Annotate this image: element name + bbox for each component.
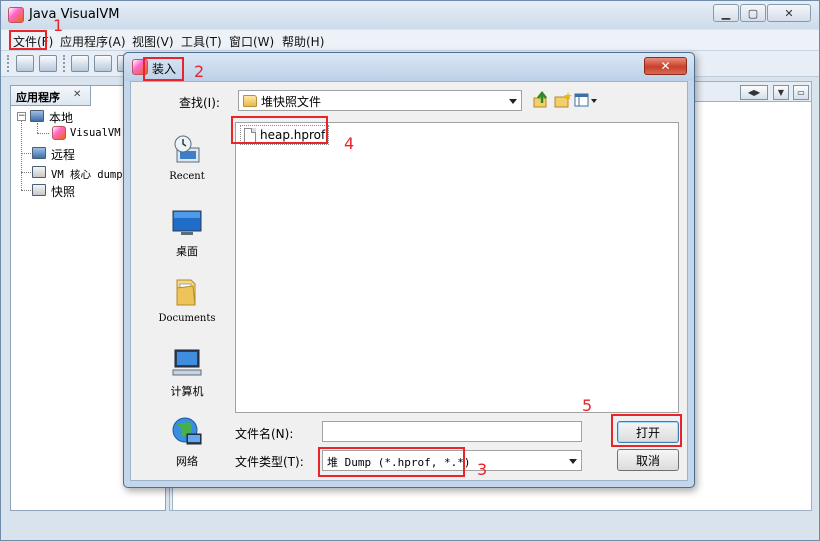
local-host-icon [30, 110, 44, 122]
place-computer-label: 计算机 [170, 385, 204, 398]
dialog-body: 查找(I): 堆快照文件 Recent 桌面 Documents 计算机 网络 … [130, 81, 688, 481]
main-titlebar: Java VisualVM ▁ ▢ ✕ [1, 1, 819, 29]
desktop-icon [172, 210, 202, 235]
add-remote-host-icon[interactable] [94, 55, 112, 72]
tree-guide [37, 123, 38, 133]
applications-tab[interactable]: 应用程序 ✕ [11, 86, 91, 106]
highlight-box-file-item [231, 116, 328, 144]
window-title: Java VisualVM [29, 7, 120, 22]
highlight-box-filetype [318, 447, 465, 477]
minimize-icon: ▁ [721, 6, 731, 20]
highlight-box-dialog-title [143, 57, 184, 81]
place-documents[interactable]: Documents [145, 276, 229, 324]
menubar: 文件(F) 应用程序(A) 视图(V) 工具(T) 窗口(W) 帮助(H) [1, 30, 819, 51]
load-dialog: 装入 ✕ 查找(I): 堆快照文件 Recent 桌面 Documents 计算… [123, 52, 695, 488]
place-recent-label: Recent [169, 171, 205, 182]
menu-window[interactable]: 窗口(W) [229, 33, 274, 50]
place-desktop-label: 桌面 [176, 245, 198, 258]
menu-tools[interactable]: 工具(T) [181, 33, 222, 50]
tab-close-icon[interactable]: ✕ [73, 89, 81, 100]
new-folder-icon[interactable] [554, 91, 572, 109]
visualvm-app-icon [52, 126, 66, 140]
cancel-button[interactable]: 取消 [617, 449, 679, 471]
toolbar-grip [7, 55, 10, 72]
tree-guide [21, 153, 31, 154]
restore-icon: ▭ [797, 88, 805, 97]
menu-view[interactable]: 视图(V) [132, 33, 174, 50]
snapshots-icon [32, 184, 46, 196]
chevron-down-icon [509, 99, 517, 104]
places-bar: Recent 桌面 Documents 计算机 网络 [145, 122, 229, 477]
maximize-button[interactable]: ▢ [740, 4, 766, 22]
chevron-down-icon [569, 459, 577, 464]
place-network-label: 网络 [176, 455, 198, 468]
tree-collapse-icon[interactable]: − [17, 112, 26, 121]
close-icon: ✕ [784, 6, 794, 20]
tree-guide [21, 190, 31, 191]
applications-tab-label: 应用程序 [16, 91, 60, 104]
tree-guide [21, 172, 31, 173]
maximize-editor-button[interactable]: ▭ [793, 85, 809, 100]
tree-guide [21, 118, 22, 190]
window-close-button[interactable]: ✕ [767, 4, 811, 22]
menu-help[interactable]: 帮助(H) [282, 33, 324, 50]
look-in-combo[interactable]: 堆快照文件 [238, 90, 522, 111]
place-computer[interactable]: 计算机 [145, 346, 229, 399]
dialog-close-button[interactable]: ✕ [644, 57, 687, 75]
minimize-button[interactable]: ▁ [713, 4, 739, 22]
annotation-number-5: 5 [582, 396, 593, 415]
save-snapshot-icon[interactable] [39, 55, 57, 72]
chevron-down-icon: ▼ [777, 88, 785, 97]
place-documents-label: Documents [158, 313, 216, 324]
annotation-number-1: 1 [53, 16, 64, 35]
tab-list-button[interactable]: ▼ [773, 85, 789, 100]
highlight-box-file-menu [9, 30, 47, 50]
place-desktop[interactable]: 桌面 [145, 206, 229, 259]
maximize-icon: ▢ [747, 6, 759, 20]
view-menu-icon[interactable] [574, 91, 598, 109]
look-in-value: 堆快照文件 [261, 95, 322, 109]
recent-places-icon [174, 135, 200, 163]
documents-folder-icon [176, 279, 196, 306]
highlight-box-open-button [611, 414, 682, 447]
tree-item-local[interactable]: 本地 [49, 109, 73, 126]
remote-host-icon [32, 147, 46, 159]
add-jmx-connection-icon[interactable] [71, 55, 89, 72]
menu-applications[interactable]: 应用程序(A) [60, 33, 126, 50]
dialog-titlebar: 装入 ✕ [124, 53, 694, 81]
toolbar-grip [63, 55, 66, 72]
scroll-tabs-button[interactable]: ◀▶ [740, 85, 768, 100]
look-in-label: 查找(I): [179, 96, 220, 110]
place-recent[interactable]: Recent [145, 134, 229, 182]
tree-item-remote[interactable]: 远程 [51, 146, 75, 163]
computer-icon [172, 349, 202, 376]
editor-area-controls: ◀▶ ▼ ▭ [740, 85, 810, 101]
folder-icon [243, 95, 257, 107]
filetype-label: 文件类型(T): [235, 455, 304, 469]
tree-item-visualvm[interactable]: VisualVM [70, 127, 121, 139]
up-folder-icon[interactable] [533, 91, 551, 109]
core-dump-icon [32, 166, 46, 178]
place-network[interactable]: 网络 [145, 416, 229, 469]
annotation-number-2: 2 [194, 62, 205, 81]
tree-item-snapshots[interactable]: 快照 [51, 183, 75, 200]
visualvm-app-icon [8, 7, 24, 23]
chevron-left-right-icon: ◀▶ [747, 88, 761, 97]
filename-label: 文件名(N): [235, 427, 294, 441]
load-snapshot-icon[interactable] [16, 55, 34, 72]
annotation-number-3: 3 [477, 460, 488, 479]
tree-item-vm-core-dump[interactable]: VM 核心 dump [51, 167, 123, 182]
annotation-number-4: 4 [344, 134, 355, 153]
close-icon: ✕ [660, 59, 671, 73]
file-list[interactable]: heap.hprof [235, 122, 679, 413]
network-globe-icon [172, 417, 202, 445]
filename-input[interactable] [322, 421, 582, 442]
tree-guide [37, 133, 49, 134]
